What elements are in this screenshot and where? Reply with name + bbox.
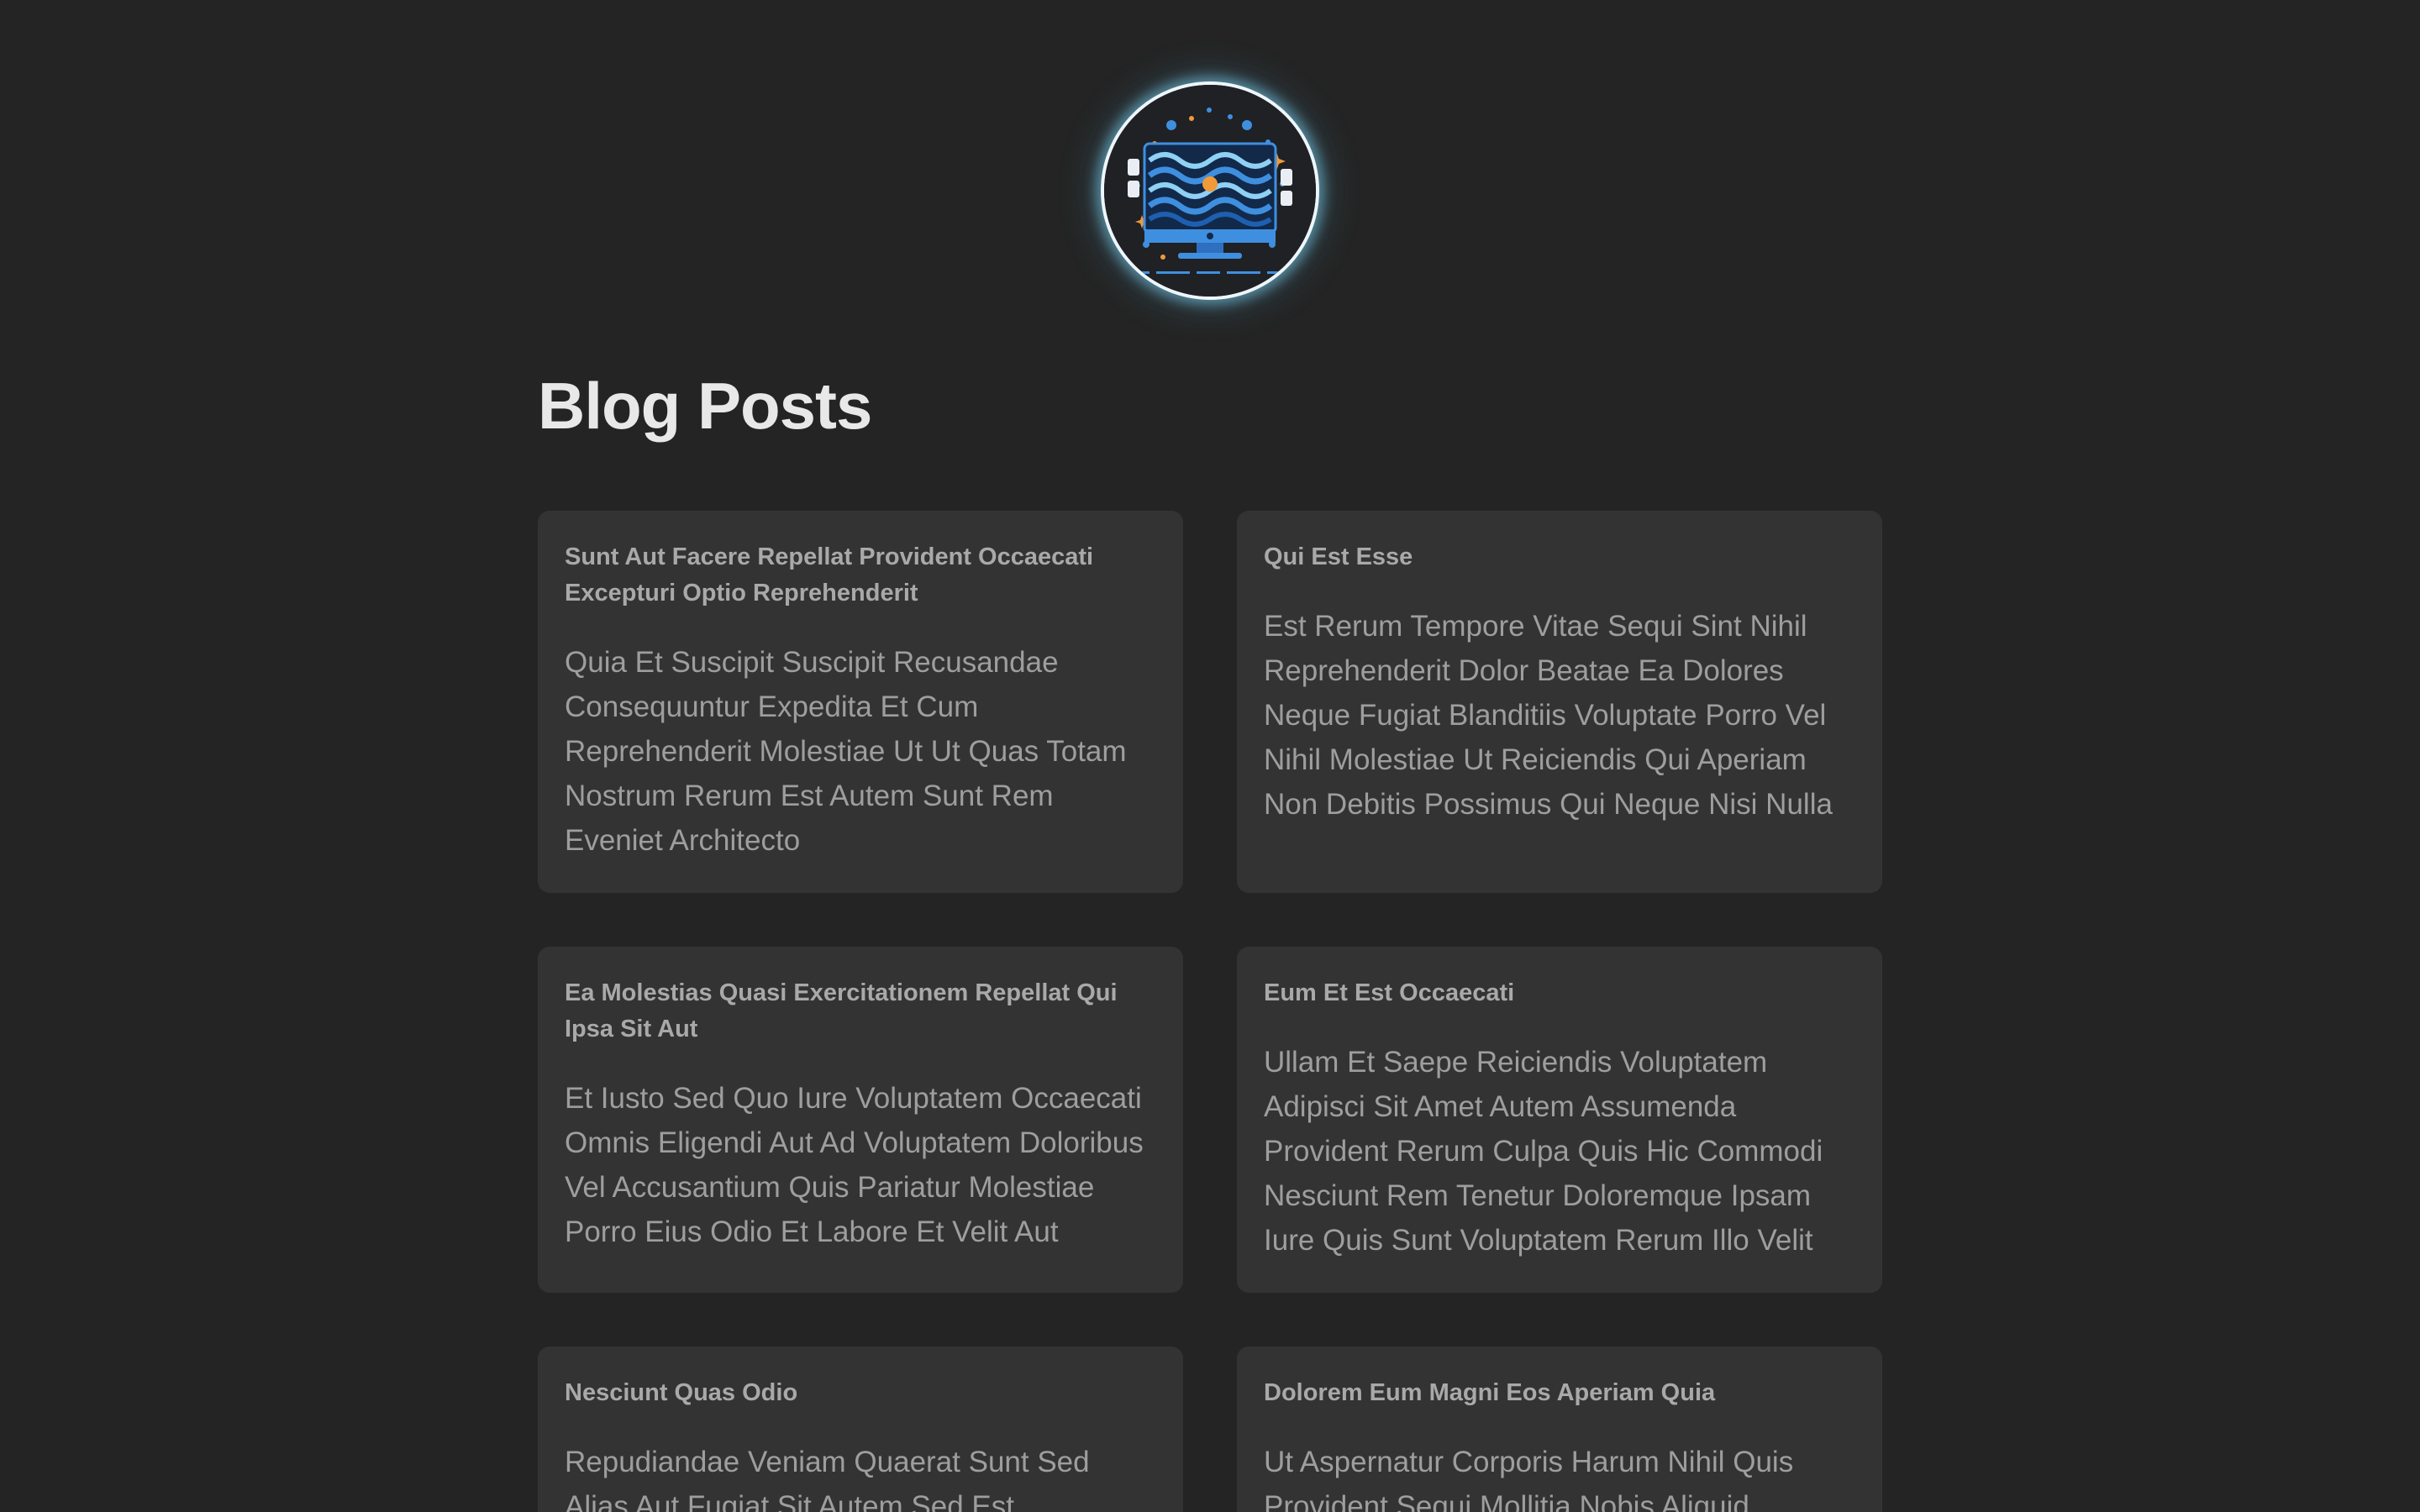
post-body: Quia Et Suscipit Suscipit Recusandae Con… (565, 646, 1127, 857)
post-title[interactable]: Eum Et Est Occaecati (1264, 975, 1855, 1011)
post-title[interactable]: Sunt Aut Facere Repellat Provident Occae… (565, 539, 1156, 612)
post-card[interactable]: Eum Et Est Occaecati Ullam Et Saepe Reic… (1237, 947, 1882, 1293)
post-body: Ullam Et Saepe Reiciendis Voluptatem Adi… (1264, 1046, 1823, 1257)
post-card[interactable]: Ea Molestias Quasi Exercitationem Repell… (538, 947, 1183, 1293)
post-card[interactable]: Qui Est Esse Est Rerum Tempore Vitae Seq… (1237, 511, 1882, 893)
page-title: Blog Posts (538, 369, 872, 443)
post-body: Et Iusto Sed Quo Iure Voluptatem Occaeca… (565, 1082, 1144, 1248)
post-title[interactable]: Dolorem Eum Magni Eos Aperiam Quia (1264, 1375, 1855, 1411)
blog-post-grid: Sunt Aut Facere Repellat Provident Occae… (538, 511, 1882, 1512)
post-body: Repudiandae Veniam Quaerat Sunt Sed Alia… (565, 1446, 1090, 1512)
post-title[interactable]: Nesciunt Quas Odio (565, 1375, 1156, 1411)
post-title[interactable]: Ea Molestias Quasi Exercitationem Repell… (565, 975, 1156, 1047)
monitor-waves-logo-icon (1104, 85, 1316, 297)
post-card[interactable]: Nesciunt Quas Odio Repudiandae Veniam Qu… (538, 1347, 1183, 1512)
post-title[interactable]: Qui Est Esse (1264, 539, 1855, 575)
post-body: Ut Aspernatur Corporis Harum Nihil Quis … (1264, 1446, 1794, 1512)
post-card[interactable]: Dolorem Eum Magni Eos Aperiam Quia Ut As… (1237, 1347, 1882, 1512)
post-card[interactable]: Sunt Aut Facere Repellat Provident Occae… (538, 511, 1183, 893)
site-logo[interactable] (1101, 81, 1319, 300)
post-body: Est Rerum Tempore Vitae Sequi Sint Nihil… (1264, 610, 1833, 821)
